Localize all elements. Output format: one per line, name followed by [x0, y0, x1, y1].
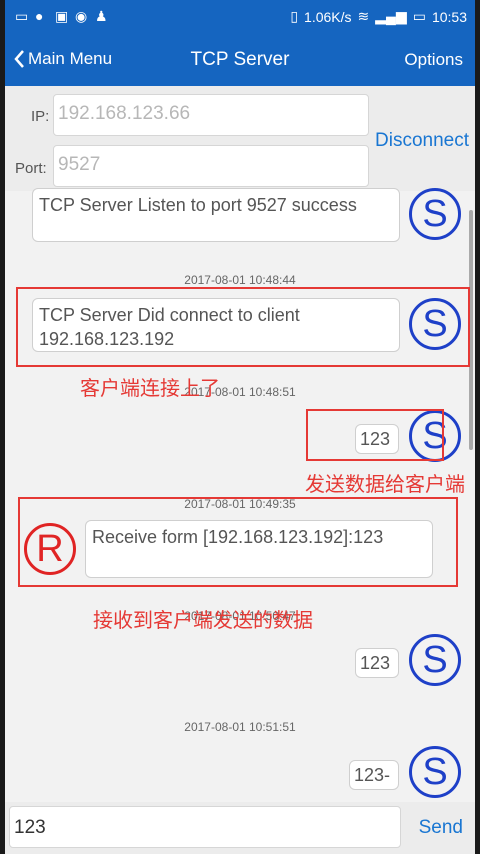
signal-icon: ▂▄▆	[375, 8, 407, 24]
message-bubble: TCP Server Listen to port 9527 success	[32, 188, 400, 242]
annotation-send-to-client: 发送数据给客户端	[305, 474, 465, 496]
disconnect-button[interactable]: Disconnect	[375, 130, 469, 152]
notification-icons: ▭ ● ▣ ◉ ♟	[15, 8, 109, 24]
annotation-client-connected: 客户端连接上了	[80, 378, 220, 400]
network-speed: 1.06K/s	[304, 8, 352, 25]
message-bubble: 123-	[349, 760, 399, 790]
annotation-box-connected	[16, 287, 470, 367]
connection-panel: IP: 192.168.123.66 Port: 9527 Disconnect	[5, 86, 475, 191]
message-timestamp: 2017-08-01 10:48:44	[184, 273, 296, 287]
message-timestamp: 2017-08-01 10:51:51	[184, 720, 296, 734]
server-avatar-icon: S	[409, 188, 461, 240]
port-label: Port:	[15, 160, 47, 177]
clock: 10:53	[431, 8, 467, 25]
port-input[interactable]: 9527	[53, 145, 369, 187]
battery-icon: ▭	[412, 8, 426, 24]
options-button[interactable]: Options	[404, 50, 463, 70]
send-button[interactable]: Send	[419, 817, 463, 839]
message-timestamp: 2017-08-01 10:48:51	[184, 385, 296, 399]
app-screen: ▭ ● ▣ ◉ ♟ ▯ 1.06K/s ≋ ▂▄▆ ▭ 10:53 Main M…	[5, 0, 475, 854]
message-bubble: 123	[355, 648, 399, 678]
image-icon: ▣	[55, 8, 69, 24]
qq-icon: ◉	[75, 8, 88, 24]
annotation-receive-from-client: 接收到客户端发送的数据	[93, 610, 313, 632]
vibrate-icon: ▯	[290, 8, 299, 24]
chat-icon: ●	[35, 8, 44, 24]
annotation-box-send	[306, 409, 444, 461]
status-bar: ▭ ● ▣ ◉ ♟ ▯ 1.06K/s ≋ ▂▄▆ ▭ 10:53	[5, 0, 475, 34]
message-icon: ▭	[15, 8, 29, 24]
message-input[interactable]: 123	[9, 806, 401, 848]
ip-label: IP:	[31, 108, 50, 125]
server-avatar-icon: S	[409, 746, 461, 798]
navigation-bar: Main Menu TCP Server Options	[5, 34, 475, 86]
penguin-icon: ♟	[95, 8, 108, 24]
message-composer: 123 Send	[5, 802, 475, 854]
ip-input[interactable]: 192.168.123.66	[53, 94, 369, 136]
wifi-icon: ≋	[357, 8, 370, 24]
server-avatar-icon: S	[409, 634, 461, 686]
annotation-box-receive	[18, 497, 458, 587]
